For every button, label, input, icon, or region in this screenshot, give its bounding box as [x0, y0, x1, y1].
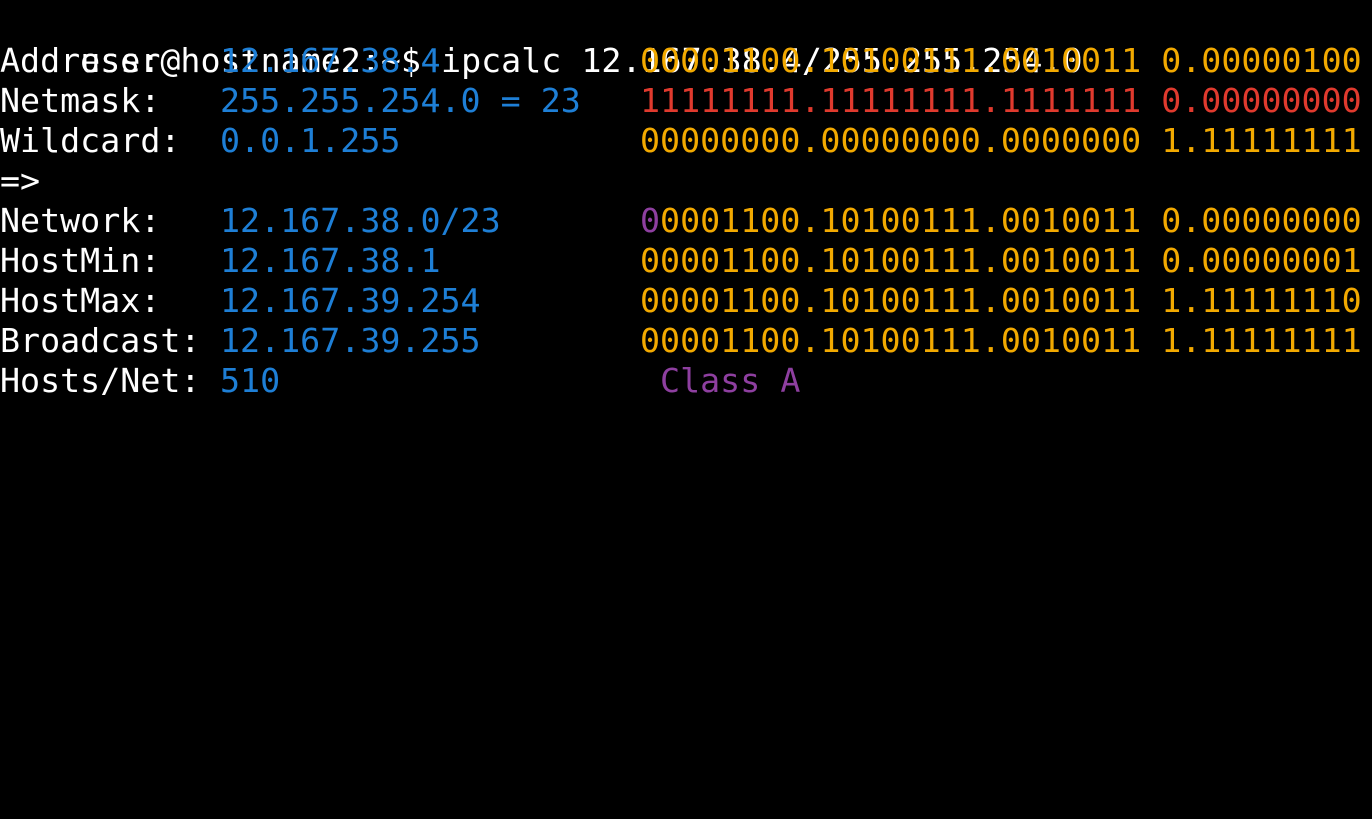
broadcast-binary: 00001100.10100111.0010011 1.11111111 [640, 321, 1362, 360]
broadcast-label: Broadcast: [0, 321, 201, 360]
hostmin-label: HostMin: [0, 241, 161, 280]
hostmin-value: 12.167.38.1 [220, 241, 441, 280]
wildcard-label: Wildcard: [0, 121, 181, 160]
network-value: 12.167.38.0/23 [220, 201, 501, 240]
hosts-label: Hosts/Net: [0, 361, 201, 400]
arrow-label: => [0, 161, 41, 200]
arrow-row: => [0, 161, 80, 201]
netmask-row: Netmask: 255.255.254.0 = 23 11111111.111… [0, 81, 1362, 121]
network-binary: 00001100.10100111.0010011 0.00000000 [640, 201, 1362, 241]
network-row: Network: 12.167.38.0/23 00001100.1010011… [0, 201, 1362, 241]
address-value: 12.167.38.4 [220, 41, 441, 80]
broadcast-value: 12.167.39.255 [220, 321, 481, 360]
hostmax-binary: 00001100.10100111.0010011 1.11111110 [640, 281, 1362, 320]
address-row: Address: 12.167.38.4 00001100.10100111.0… [0, 41, 1362, 81]
hosts-row: Hosts/Net: 510 Class A [0, 361, 800, 401]
hostmin-row: HostMin: 12.167.38.1 00001100.10100111.0… [0, 241, 1362, 281]
hosts-value: 510 [220, 361, 281, 400]
netmask-label: Netmask: [0, 81, 161, 120]
broadcast-row: Broadcast: 12.167.39.255 00001100.101001… [0, 321, 1362, 361]
wildcard-binary: 00000000.00000000.0000000 1.11111111 [640, 121, 1362, 160]
network-class-bit: 0 [640, 201, 661, 240]
netmask-binary: 11111111.11111111.1111111 0.00000000 [640, 81, 1362, 120]
class-label: Class A [660, 361, 801, 400]
hostmin-binary: 00001100.10100111.0010011 0.00000001 [640, 241, 1362, 280]
netmask-value: 255.255.254.0 = 23 [220, 81, 581, 120]
address-label: Address: [0, 41, 161, 80]
network-label: Network: [0, 201, 161, 240]
hostmax-label: HostMax: [0, 281, 161, 320]
network-binary-rest: 0001100.10100111.0010011 0.00000000 [660, 201, 1362, 240]
hostmax-row: HostMax: 12.167.39.254 00001100.10100111… [0, 281, 1362, 321]
hostmax-value: 12.167.39.254 [220, 281, 481, 320]
address-binary: 00001100.10100111.0010011 0.00000100 [640, 41, 1362, 80]
command-line: user@hostname2:~$ ipcalc 12.167.38.4/255… [0, 1, 1082, 80]
terminal-window[interactable]: user@hostname2:~$ ipcalc 12.167.38.4/255… [0, 0, 1372, 432]
wildcard-value: 0.0.1.255 [220, 121, 401, 160]
wildcard-row: Wildcard: 0.0.1.255 00000000.00000000.00… [0, 121, 1362, 161]
